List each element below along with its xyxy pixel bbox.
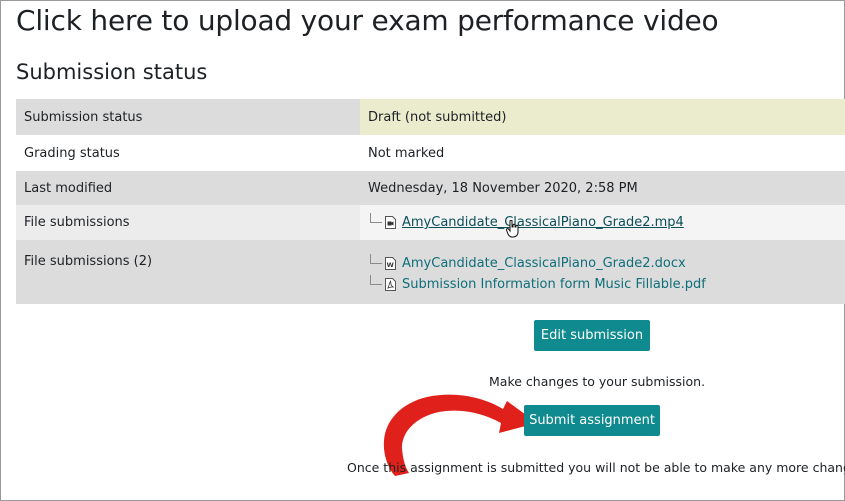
submit-help-text: Once this assignment is submitted you wi…: [347, 460, 845, 475]
svg-text:W: W: [387, 261, 394, 269]
last-modified-value: Wednesday, 18 November 2020, 2:58 PM: [368, 180, 638, 196]
file-item: Submission Information form Music Fillab…: [368, 274, 845, 295]
page-title: Click here to upload your exam performan…: [16, 4, 719, 37]
pdf-file-icon: [385, 278, 396, 291]
tree-connector: [370, 253, 382, 264]
submission-status-value: Draft (not submitted): [360, 99, 845, 135]
row-label: Submission status: [24, 109, 143, 125]
file-list: AmyCandidate_ClassicalPiano_Grade2.mp4: [360, 205, 845, 240]
table-row: File submissions (2) W AmyCandidate_Clas…: [16, 240, 845, 304]
table-row: File submissions AmyCandidate_ClassicalP…: [16, 205, 845, 240]
grading-status-value: Not marked: [368, 145, 445, 161]
submission-status-table: Submission status Draft (not submitted) …: [16, 99, 845, 304]
file-list: W AmyCandidate_ClassicalPiano_Grade2.doc…: [360, 240, 845, 304]
file-link-docx[interactable]: AmyCandidate_ClassicalPiano_Grade2.docx: [402, 256, 686, 271]
file-item: AmyCandidate_ClassicalPiano_Grade2.mp4: [368, 212, 845, 238]
row-label: File submissions (2): [24, 254, 153, 269]
hand-cursor-icon: [506, 220, 519, 238]
file-link-mp4[interactable]: AmyCandidate_ClassicalPiano_Grade2.mp4: [402, 215, 684, 230]
table-row: Last modified Wednesday, 18 November 202…: [16, 171, 845, 205]
file-link-pdf[interactable]: Submission Information form Music Fillab…: [402, 277, 706, 292]
row-label: Last modified: [24, 180, 113, 196]
row-label: Grading status: [24, 145, 120, 161]
table-row: Submission status Draft (not submitted): [16, 99, 845, 135]
edit-submission-button[interactable]: Edit submission: [534, 320, 650, 351]
submit-assignment-button[interactable]: Submit assignment: [524, 405, 660, 436]
tree-connector: [370, 274, 382, 285]
table-row: Grading status Not marked: [16, 135, 845, 171]
section-title: Submission status: [16, 60, 208, 84]
word-file-icon: W: [385, 257, 396, 270]
video-file-icon: [385, 216, 396, 229]
row-label: File submissions: [24, 215, 130, 230]
file-item: W AmyCandidate_ClassicalPiano_Grade2.doc…: [368, 253, 845, 274]
tree-connector: [370, 212, 382, 223]
